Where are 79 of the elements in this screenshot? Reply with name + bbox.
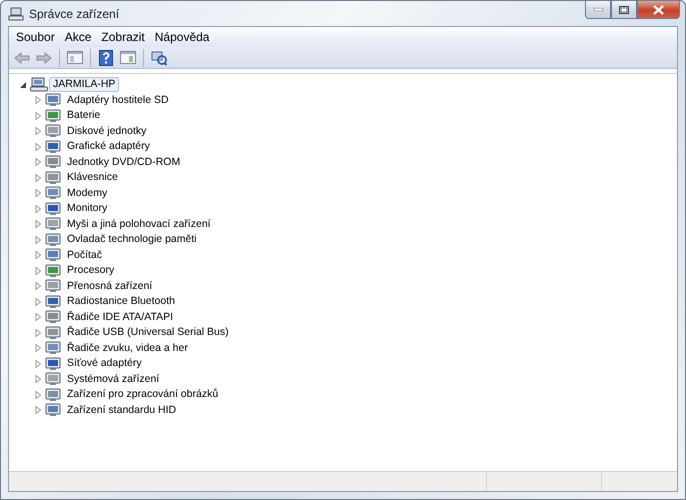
tree-item[interactable]: JARMILA-HP [49,77,120,92]
expand-arrow-icon[interactable] [35,266,42,275]
expand-arrow-icon[interactable] [35,282,42,290]
device-icon [45,124,61,138]
device-icon [45,108,61,123]
maximize-button[interactable] [611,1,637,19]
device-icon [45,248,61,262]
maximize-icon [619,6,629,14]
computer-icon [30,77,48,92]
tree-item[interactable]: Ovladač technologie paměti [63,232,201,248]
device-icon [45,202,61,216]
device-icon [45,170,61,185]
device-icon [45,326,61,340]
device-icon [45,217,61,232]
expand-arrow-icon[interactable] [35,204,42,213]
tree-item[interactable]: Řadiče USB (Universal Serial Bus) [63,325,233,340]
tree-item[interactable]: Zařízení pro zpracování obrázků [63,387,222,402]
menu-item[interactable]: Akce [60,30,96,44]
expand-arrow-icon[interactable] [35,375,42,384]
device-icon [45,388,61,402]
expand-arrow-icon[interactable] [35,360,42,368]
device-icon [45,310,61,324]
device-icon [45,356,61,371]
expand-arrow-icon[interactable] [35,344,42,352]
close-button[interactable] [637,1,680,19]
expand-arrow-icon[interactable] [35,96,42,104]
tree-item[interactable]: Síťové adaptéry [63,356,146,372]
device-icon [45,294,61,309]
device-icon [45,264,61,278]
expand-arrow-icon[interactable] [35,313,42,322]
menu-item[interactable]: Nápověda [150,30,214,44]
window-title: Správce zařízení [29,6,120,20]
tree-item[interactable]: Myši a jiná polohovací zařízení [63,216,215,232]
tree-item[interactable]: Monitory [63,201,112,216]
device-icon [45,403,61,418]
expand-arrow-icon[interactable] [35,390,42,399]
help-button[interactable] [96,48,116,68]
expand-arrow-icon[interactable] [35,220,42,228]
expand-arrow-icon[interactable] [35,112,42,120]
expand-arrow-icon[interactable] [35,189,42,198]
tree-item[interactable]: Přenosná zařízení [63,278,156,294]
tree-item[interactable]: Zařízení standardu HID [63,402,180,418]
device-icon [45,140,61,154]
tree-item[interactable]: Baterie [63,108,104,124]
expand-arrow-icon[interactable] [35,406,42,414]
device-icon [45,341,61,356]
tree-item[interactable]: Jednotky DVD/CD-ROM [63,154,184,170]
collapse-arrow-icon[interactable] [20,80,27,89]
expand-arrow-icon[interactable] [35,236,42,244]
expand-arrow-icon[interactable] [35,158,42,166]
expand-arrow-icon[interactable] [35,127,42,136]
tree-item[interactable]: Adaptéry hostitele SD [63,92,173,108]
tree-item[interactable]: Řadiče zvuku, videa a her [63,340,192,356]
tree-item[interactable]: Procesory [63,263,118,278]
device-icon [45,279,61,294]
tree-item[interactable]: Počítač [63,248,106,263]
menu-item[interactable]: Soubor [12,30,59,44]
expand-arrow-icon[interactable] [35,174,42,182]
close-icon [653,4,664,14]
tree-item[interactable]: Systémová zařízení [63,372,164,387]
device-icon [45,186,61,200]
tree-item[interactable]: Diskové jednotky [63,124,150,139]
tree-item[interactable]: Modemy [63,186,112,201]
tree-item[interactable]: Klávesnice [63,170,122,186]
device-icon [45,93,61,108]
expand-arrow-icon[interactable] [35,142,42,151]
minimize-icon [594,8,602,11]
tree-item[interactable]: Radiostanice Bluetooth [63,294,179,310]
minimize-button[interactable] [585,1,611,19]
device-icon [45,372,61,386]
expand-arrow-icon[interactable] [35,328,42,337]
expand-arrow-icon[interactable] [35,251,42,260]
tree-item[interactable]: Grafické adaptéry [63,139,154,154]
expand-arrow-icon[interactable] [35,298,42,306]
device-icon [45,232,61,247]
menu-item[interactable]: Zobrazit [97,30,149,44]
app-icon [8,6,24,20]
device-icon [45,155,61,170]
tree-item[interactable]: Řadiče IDE ATA/ATAPI [63,310,178,325]
